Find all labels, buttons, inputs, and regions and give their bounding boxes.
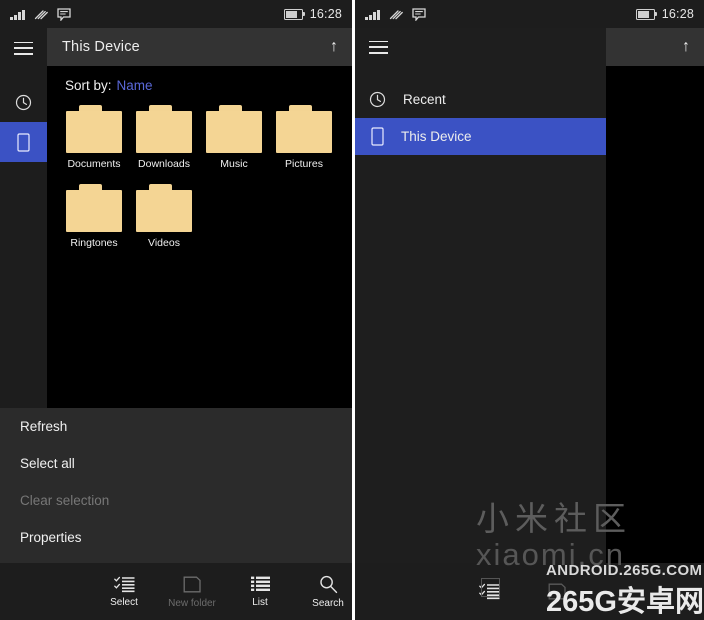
arrow-up-icon[interactable]: ↑ [682,39,690,55]
signal-bars-icon [365,9,380,20]
navigation-drawer: Recent This Device [355,28,606,620]
folder-tile[interactable]: Music [199,105,269,170]
app-bar-button-label: List [252,596,268,608]
phone-icon [369,127,384,146]
signal-bars-icon [10,9,25,20]
bottom-app-bar: Select New folder List Search [0,563,352,620]
left-phone-screen: 16:28 This Device ↑ Sort by: Name Docume… [0,0,352,620]
folder-tile[interactable]: Pictures [269,105,339,170]
drawer-header [355,28,606,66]
clock-icon [369,91,386,108]
menu-item-properties[interactable]: Properties [0,519,352,556]
new-folder-icon [548,582,567,601]
file-browser-content [606,66,704,620]
list-view-icon [250,576,270,593]
folder-tile[interactable]: Ringtones [59,184,129,249]
clock-icon [15,94,32,111]
folder-icon [136,105,192,153]
app-bar-button-label: New folder [168,597,216,609]
app-bar-button-label: Select [110,596,138,608]
folder-icon [66,105,122,153]
menu-item-refresh[interactable]: Refresh [0,408,352,445]
menu-item-clear-selection: Clear selection [20,493,110,508]
select-checklist-icon [113,576,135,593]
drawer-item-label: Recent [403,92,446,107]
bottom-app-bar [355,563,704,620]
hamburger-menu-icon [14,41,33,55]
message-icon [56,7,71,22]
phone-icon [17,132,30,152]
folder-icon [66,184,122,232]
app-bar-list-button[interactable]: List [226,576,294,608]
folder-icon [276,105,332,153]
hamburger-menu-button[interactable] [0,28,47,68]
sort-label: Sort by: [65,78,112,93]
app-bar-select-button[interactable] [455,583,523,600]
folder-label: Documents [67,158,121,170]
status-bar-time: 16:28 [309,7,342,21]
status-bar-left-icons [10,7,71,22]
folder-icon [136,184,192,232]
status-bar-right-icons: 16:28 [283,7,342,21]
folder-label: Downloads [138,158,190,170]
rail-item-this-device[interactable] [0,122,47,162]
hamburger-menu-icon[interactable] [369,40,388,54]
select-checklist-icon [478,583,500,600]
folder-grid: Documents Downloads Music Pictures Ringt… [47,101,352,263]
drawer-item-label: This Device [401,129,472,144]
app-bar-new-folder-button: New folder [158,575,226,609]
folder-tile[interactable]: Documents [59,105,129,170]
battery-icon [635,8,658,20]
folder-label: Music [220,158,248,170]
app-bar-button-label: Search [312,597,344,609]
app-bar-new-folder-button [523,582,591,601]
app-bar-search-button[interactable]: Search [294,575,352,609]
message-icon [411,7,426,22]
right-phone-screen: 16:28 ↑ Recent This Device [355,0,704,620]
battery-icon [283,8,306,20]
app-bar-select-button[interactable]: Select [90,576,158,608]
rail-item-recent[interactable] [0,82,47,122]
status-bar-time: 16:28 [661,7,694,21]
folder-label: Pictures [285,158,323,170]
page-title: This Device [62,39,140,55]
search-icon [319,575,338,594]
page-command-bar: This Device ↑ [47,28,352,66]
drawer-item-this-device[interactable]: This Device [355,118,606,155]
folder-label: Videos [148,237,180,249]
folder-icon [206,105,262,153]
wifi-icon [34,9,48,20]
arrow-up-icon[interactable]: ↑ [330,39,338,55]
status-bar-right-icons: 16:28 [635,7,694,21]
folder-tile[interactable]: Downloads [129,105,199,170]
status-bar-left-icons [365,7,426,22]
wifi-icon [389,9,403,20]
sort-row: Sort by: Name [47,66,352,101]
folder-label: Ringtones [70,237,118,249]
new-folder-icon [183,575,202,594]
status-bar: 16:28 [355,0,704,28]
menu-item-select-all[interactable]: Select all [0,445,352,482]
folder-tile[interactable]: Videos [129,184,199,249]
status-bar: 16:28 [0,0,352,28]
sort-value[interactable]: Name [117,78,153,93]
page-command-bar: ↑ [606,28,704,66]
drawer-item-recent[interactable]: Recent [355,81,606,118]
screenshot-stage: 16:28 This Device ↑ Sort by: Name Docume… [0,0,704,620]
